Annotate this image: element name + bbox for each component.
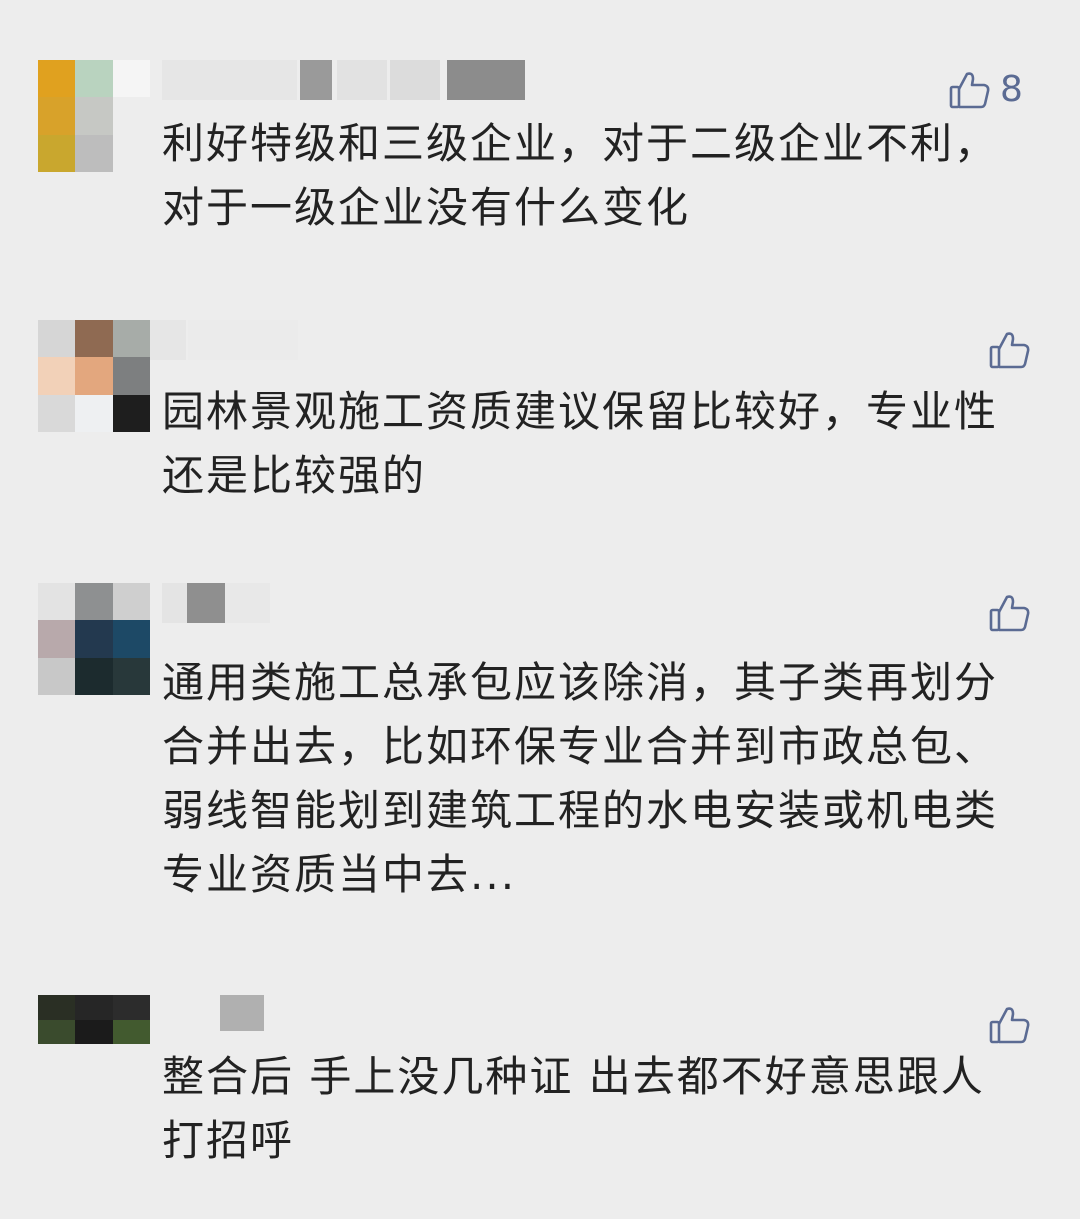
like-button[interactable] bbox=[988, 320, 1032, 380]
avatar[interactable] bbox=[38, 583, 150, 695]
username[interactable] bbox=[162, 583, 272, 623]
username[interactable] bbox=[150, 320, 300, 360]
comment-text: 通用类施工总承包应该除消，其子类再划分合并出去，比如环保专业合并到市政总包、弱线… bbox=[162, 658, 999, 899]
comment-text: 整合后 手上没几种证 出去都不好意思跟人打招呼 bbox=[162, 1052, 985, 1165]
avatar[interactable] bbox=[38, 320, 150, 432]
avatar[interactable] bbox=[38, 995, 150, 1069]
avatar[interactable] bbox=[38, 60, 150, 172]
thumbs-up-icon bbox=[989, 595, 1030, 632]
comment-text: 利好特级和三级企业，对于二级企业不利，对于一级企业没有什么变化 bbox=[162, 119, 999, 232]
username[interactable] bbox=[162, 60, 527, 100]
thumbs-up-icon bbox=[989, 1007, 1030, 1044]
username[interactable] bbox=[220, 995, 264, 1031]
thumbs-up-icon bbox=[949, 72, 990, 109]
comment-text: 园林景观施工资质建议保留比较好，专业性还是比较强的 bbox=[162, 387, 999, 500]
like-button[interactable]: 8 bbox=[948, 60, 1023, 120]
like-button[interactable] bbox=[988, 583, 1032, 643]
like-count: 8 bbox=[1000, 69, 1023, 110]
thumbs-up-icon bbox=[989, 332, 1030, 369]
